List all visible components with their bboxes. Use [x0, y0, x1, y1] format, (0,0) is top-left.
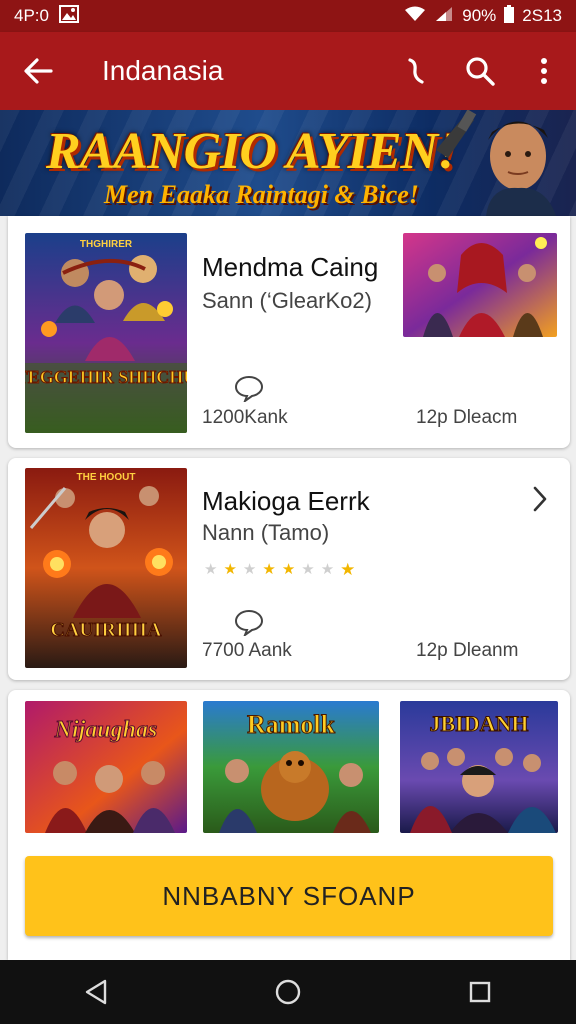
thumbnail-1-label: Nijaughas	[54, 717, 158, 743]
star-icon: ★	[262, 561, 276, 578]
status-left: 4P:0	[14, 4, 79, 28]
game-screenshot-1[interactable]	[403, 233, 557, 337]
poster-1-title: TEGGEHIR SHHCHU	[25, 367, 187, 387]
search-button[interactable]	[448, 32, 512, 110]
star-icon: ★	[223, 561, 237, 578]
star-icon: ★	[301, 561, 315, 578]
battery-icon	[504, 4, 515, 28]
circle-home-icon	[275, 979, 301, 1005]
nav-home-button[interactable]	[256, 960, 320, 1024]
banner-subline: Men Eaaka Raintagi & Bice!	[104, 180, 419, 209]
more-vert-icon	[541, 58, 547, 84]
chevron-right-icon[interactable]	[532, 486, 548, 512]
game-card-2[interactable]: CAUIRIIIIA THE HOOUT Makioga Eerrk Nann …	[8, 458, 570, 680]
wifi-icon	[404, 6, 426, 27]
overflow-menu-button[interactable]	[512, 32, 576, 110]
comment-icon[interactable]	[234, 374, 264, 402]
stat-rank-2: 7700 Aank	[202, 640, 292, 661]
square-recents-icon	[469, 981, 491, 1003]
system-nav-bar	[0, 960, 576, 1024]
stat-dream-1: 12p Dleacm	[416, 407, 518, 428]
game-subtitle-2: Nann (Tamo)	[202, 520, 330, 545]
comment-icon[interactable]	[234, 608, 264, 636]
status-right: 90% 2S13	[404, 4, 562, 28]
star-icon: ★	[340, 560, 356, 579]
arrow-left-icon	[24, 58, 53, 84]
game-title-2[interactable]: Makioga Eerrk	[202, 486, 370, 517]
share-button[interactable]	[384, 32, 448, 110]
poster-2-top: THE HOOUT	[77, 472, 136, 483]
game-card-1[interactable]: TEGGEHIR SHHCHU THGHIRER Mendma Caing Sa…	[8, 216, 570, 448]
star-icon: ★	[204, 561, 218, 578]
nav-recents-button[interactable]	[448, 960, 512, 1024]
thumbnail-2-label: Ramolk	[247, 710, 336, 739]
poster-2-title: CAUIRIIIIA	[50, 619, 162, 641]
game-subtitle-1: Sann (‘GlearKo2)	[202, 288, 372, 313]
search-icon	[466, 57, 495, 86]
star-icon: ★	[281, 561, 296, 578]
thumbnail-1[interactable]: Nijaughas	[25, 701, 187, 833]
stat-dream-2: 12p Dleanm	[416, 640, 519, 661]
thumbnail-3-label: JBIDANH	[429, 711, 528, 736]
status-bar: 4P:0 90% 2S13	[0, 0, 576, 32]
page-title: Indanasia	[102, 55, 224, 86]
rating-stars: ★ ★ ★ ★ ★ ★ ★ ★	[204, 560, 355, 580]
poster-1-top: THGHIRER	[80, 239, 133, 250]
game-title-1[interactable]: Mendma Caing	[202, 252, 378, 283]
thumbnail-2[interactable]: Ramolk	[203, 701, 379, 833]
stat-rank-1: 1200Kank	[202, 407, 288, 428]
status-time: 4P:0	[14, 6, 49, 25]
signal-icon	[434, 6, 454, 27]
banner-hero-image	[436, 110, 556, 216]
primary-cta-button[interactable]: NNBABNY SFOANP	[25, 856, 553, 936]
banner-headline: RAANGIO AYIEN!	[46, 123, 457, 180]
game-poster-2[interactable]: CAUIRIIIIA THE HOOUT	[25, 468, 187, 668]
app-bar: Indanasia	[0, 32, 576, 110]
star-icon: ★	[320, 561, 335, 578]
battery-percent: 90%	[462, 6, 497, 25]
thumbnail-3[interactable]: JBIDANH	[400, 701, 558, 833]
game-poster-1[interactable]: TEGGEHIR SHHCHU THGHIRER	[25, 233, 187, 433]
promo-banner[interactable]: RAANGIO AYIEN! Men Eaaka Raintagi & Bice…	[0, 110, 576, 216]
nav-back-button[interactable]	[64, 960, 128, 1024]
gallery-notification-icon	[58, 4, 79, 28]
share-icon	[408, 58, 424, 84]
status-clock: 2S13	[522, 6, 562, 25]
star-icon: ★	[242, 561, 257, 578]
back-button[interactable]	[0, 32, 76, 110]
triangle-back-icon	[85, 979, 107, 1005]
